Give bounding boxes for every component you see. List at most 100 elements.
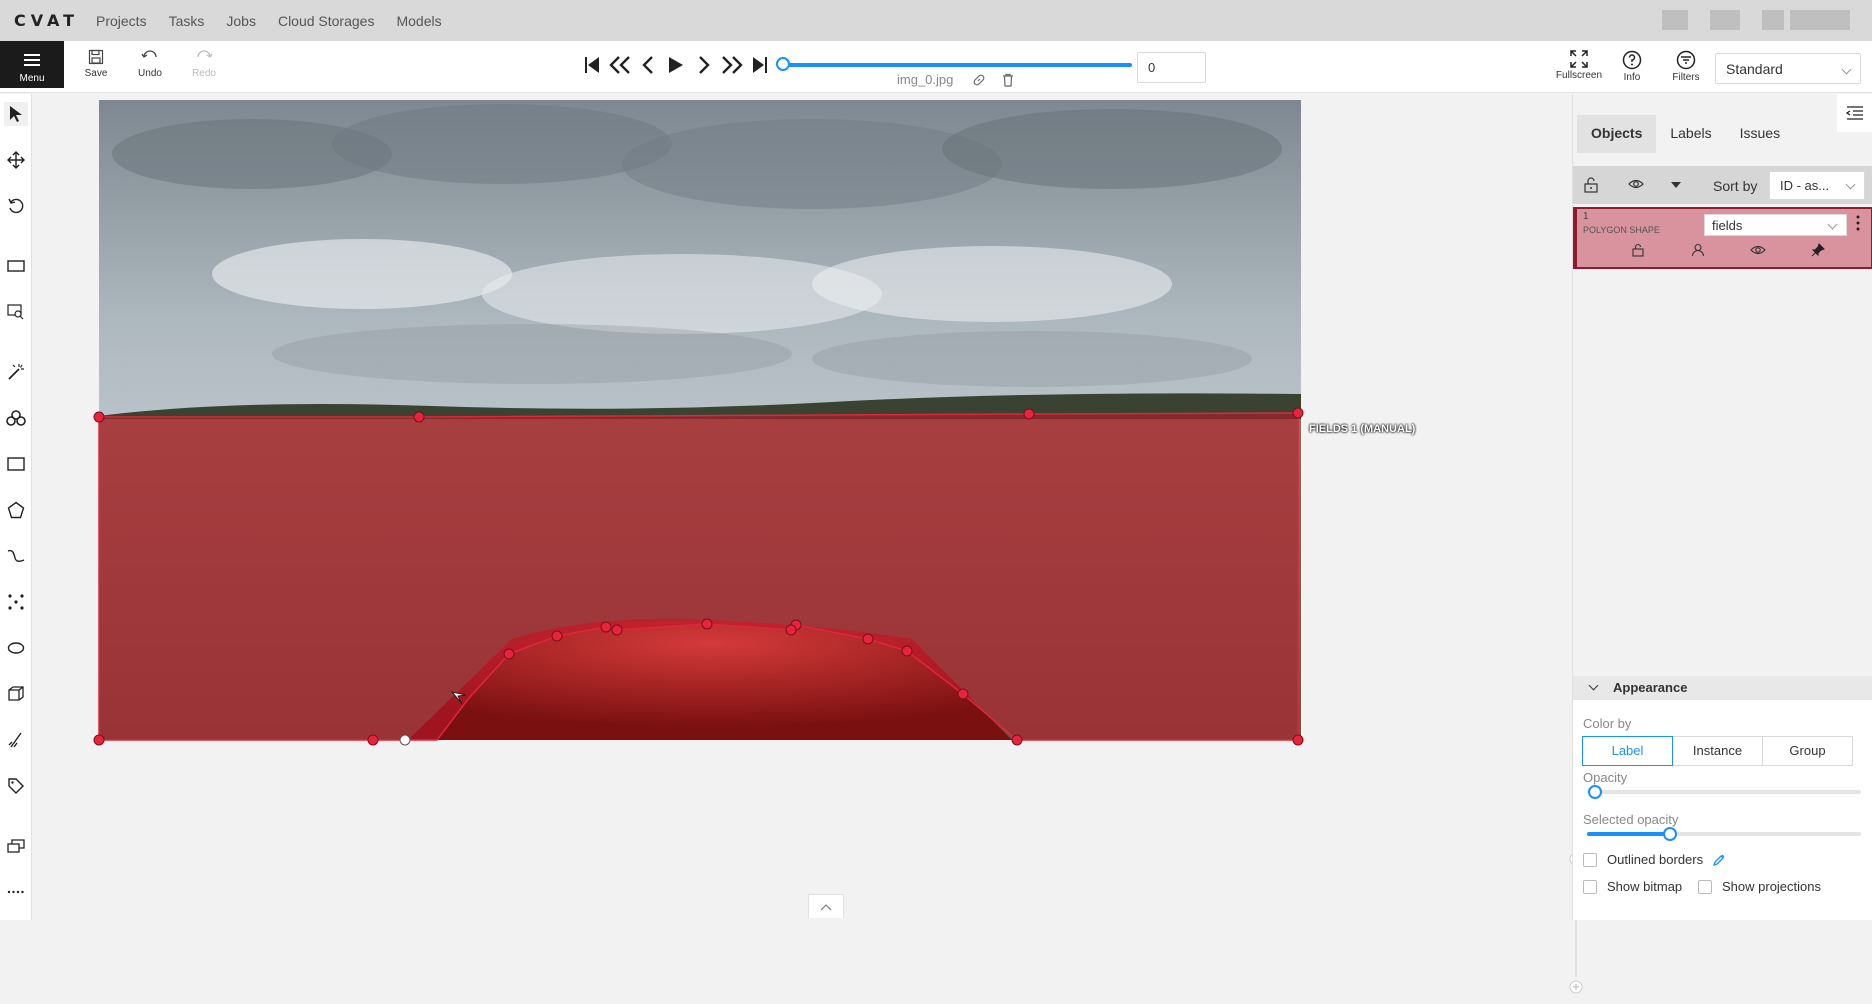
filename: img_0.jpg [897, 72, 954, 87]
selected-opacity-slider-fill [1587, 832, 1669, 836]
back-step-button[interactable] [606, 51, 634, 79]
eye-icon[interactable] [1750, 243, 1766, 257]
fit-image-tool[interactable] [4, 254, 28, 278]
rotate-tool[interactable] [4, 194, 28, 218]
undo-button[interactable]: Undo [125, 45, 175, 87]
chevron-up-icon [820, 903, 832, 910]
workspace-value: Standard [1726, 61, 1783, 77]
selected-vertex[interactable] [399, 734, 411, 746]
save-icon [88, 49, 104, 65]
ai-tools[interactable] [4, 406, 28, 430]
show-projections-checkbox[interactable]: Show projections [1698, 879, 1821, 894]
info-button[interactable]: Info [1607, 45, 1657, 83]
object-id: 1 [1583, 211, 1589, 222]
nav-models[interactable]: Models [396, 13, 441, 29]
rotate-icon [8, 198, 24, 214]
more-vertical-icon[interactable] [1856, 215, 1860, 231]
copy-link-icon[interactable] [972, 73, 986, 87]
tab-objects[interactable]: Objects [1577, 115, 1657, 153]
more-tools[interactable] [4, 880, 28, 904]
nav-cloud-storages[interactable]: Cloud Storages [278, 13, 375, 29]
first-frame-icon [585, 57, 599, 73]
delete-frame-icon[interactable] [1001, 73, 1015, 87]
show-bitmap-label: Show bitmap [1607, 879, 1683, 894]
unlock-all-icon[interactable] [1583, 177, 1599, 193]
tag-tool[interactable] [4, 774, 28, 798]
cursor-tool[interactable] [4, 102, 28, 126]
cvat-logo[interactable]: CVAT [14, 11, 76, 30]
appearance-panel: Appearance Color by Label Instance Group… [1573, 676, 1872, 920]
canvas-svg[interactable] [32, 94, 1572, 920]
tag-icon [8, 778, 24, 794]
objects-sidebar: Objects Labels Issues Sort by ID - as...… [1572, 94, 1872, 920]
nav-tasks[interactable]: Tasks [169, 13, 205, 29]
sort-by-label: Sort by [1713, 178, 1758, 194]
object-item-1[interactable]: 1 POLYGON SHAPE fields [1573, 207, 1872, 269]
show-bitmap-checkbox[interactable]: Show bitmap [1583, 879, 1682, 894]
color-by-label-option[interactable]: Label [1582, 736, 1673, 766]
checkbox-box[interactable] [1698, 879, 1712, 894]
rectangle-tool[interactable] [4, 452, 28, 476]
menu-button[interactable]: Menu [0, 41, 64, 88]
opacity-slider-handle[interactable] [1588, 785, 1602, 799]
caret-down-icon[interactable] [1670, 181, 1682, 189]
play-button[interactable] [662, 51, 690, 79]
color-picker-icon[interactable] [1712, 853, 1726, 867]
cuboid-tool[interactable] [4, 682, 28, 706]
frame-slider-handle[interactable] [776, 57, 790, 71]
object-label-select[interactable]: fields [1704, 214, 1847, 236]
move-tool[interactable] [4, 148, 28, 172]
opacity-slider-track[interactable] [1587, 790, 1861, 794]
rectangle-icon [7, 457, 25, 471]
forward-step-button[interactable] [718, 51, 746, 79]
redo-button[interactable]: Redo [179, 45, 229, 87]
cloud [272, 324, 792, 384]
brush-icon [8, 732, 22, 748]
brush-tool[interactable] [4, 728, 28, 752]
merge-tool[interactable] [4, 834, 28, 858]
chevron-down-icon [1588, 680, 1599, 691]
user-icon[interactable] [1691, 243, 1705, 257]
nav-projects[interactable]: Projects [96, 13, 147, 29]
redo-label: Redo [192, 68, 216, 79]
tab-labels[interactable]: Labels [1656, 115, 1725, 153]
annotation-canvas[interactable]: FIELDS 1 (MANUAL) [32, 94, 1583, 994]
menu-label: Menu [19, 73, 45, 84]
frame-slider-track[interactable] [780, 63, 1132, 67]
lock-icon[interactable] [1631, 243, 1645, 257]
zoom-region-tool[interactable] [4, 300, 28, 324]
tab-issues[interactable]: Issues [1726, 115, 1794, 153]
workspace-select[interactable]: Standard [1715, 53, 1861, 84]
appearance-header[interactable]: Appearance [1573, 676, 1872, 700]
outlined-borders-checkbox[interactable]: Outlined borders [1583, 852, 1726, 867]
frame-number-input[interactable]: 0 [1137, 52, 1206, 83]
nav-jobs[interactable]: Jobs [226, 13, 256, 29]
fullscreen-button[interactable]: Fullscreen [1554, 45, 1604, 81]
save-button[interactable]: Save [71, 45, 121, 87]
filters-button[interactable]: Filters [1661, 45, 1711, 83]
checkbox-box[interactable] [1583, 879, 1597, 894]
show-projections-label: Show projections [1722, 879, 1821, 894]
polygon-tool[interactable] [4, 498, 28, 522]
sort-by-select[interactable]: ID - as... [1769, 171, 1865, 200]
selected-opacity-slider-handle[interactable] [1663, 827, 1677, 841]
last-frame-button[interactable] [746, 51, 774, 79]
polyline-tool[interactable] [4, 544, 28, 568]
ellipse-tool[interactable] [4, 636, 28, 660]
show-all-eye-icon[interactable] [1628, 178, 1644, 190]
magic-wand-tool[interactable] [4, 360, 28, 384]
checkbox-box[interactable] [1583, 852, 1597, 867]
color-by-group-option[interactable]: Group [1762, 736, 1853, 766]
user-menu-blurred-2 [1710, 10, 1740, 30]
first-frame-button[interactable] [578, 51, 606, 79]
color-by-instance-option[interactable]: Instance [1672, 736, 1763, 766]
collapse-sidebar-button[interactable] [1837, 94, 1872, 132]
user-menu-blurred-3 [1762, 10, 1784, 30]
points-tool[interactable] [4, 590, 28, 614]
previous-frame-button[interactable] [634, 51, 662, 79]
user-menu-blurred[interactable] [1662, 10, 1688, 30]
expand-bottom-panel-button[interactable] [808, 894, 844, 918]
next-frame-button[interactable] [690, 51, 718, 79]
pin-icon[interactable] [1811, 243, 1825, 257]
cloud [942, 109, 1282, 189]
